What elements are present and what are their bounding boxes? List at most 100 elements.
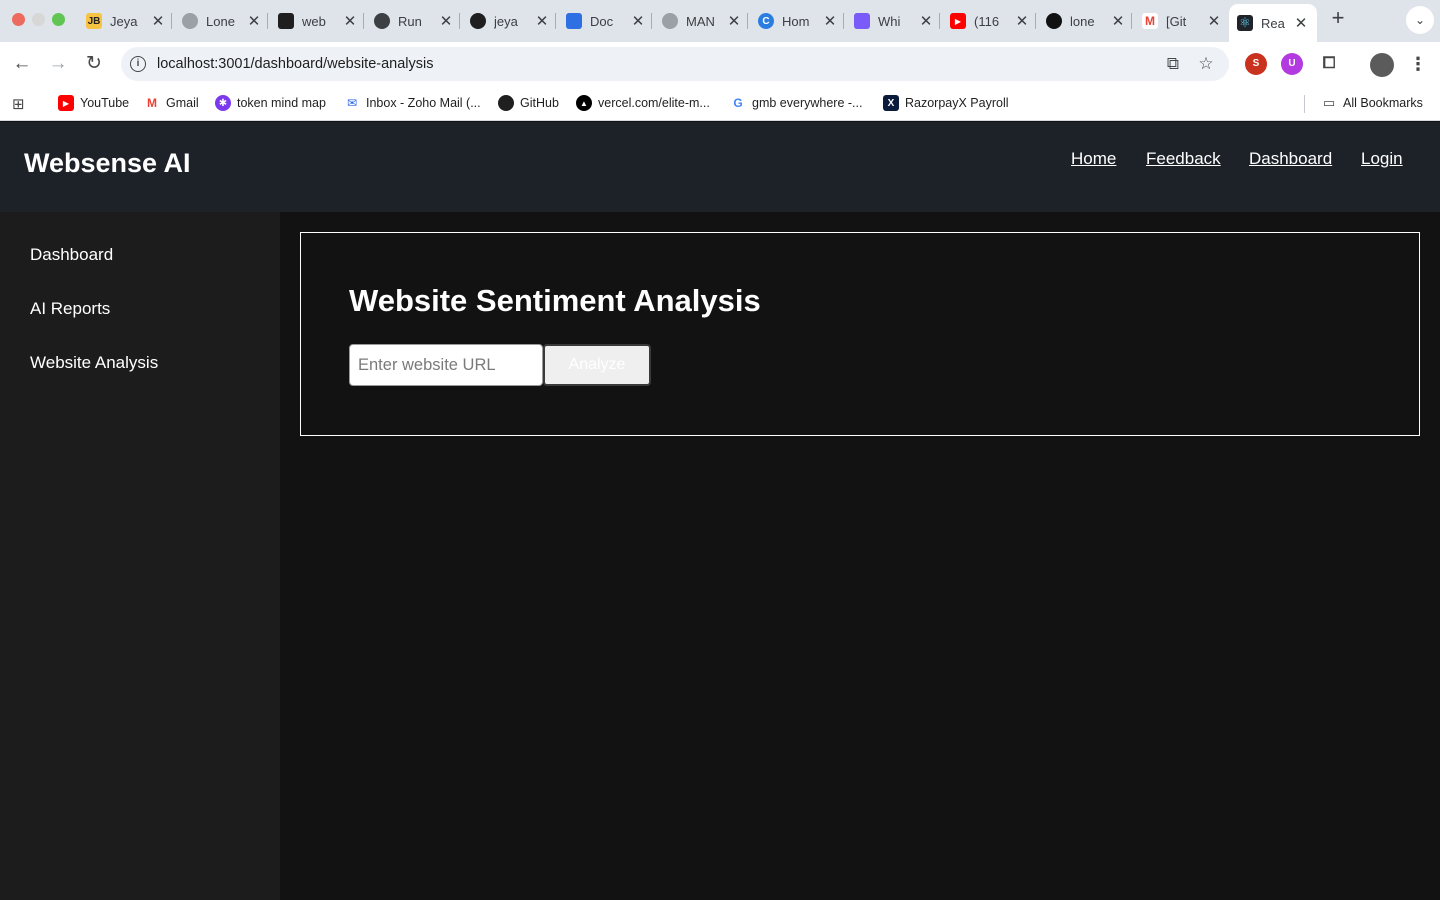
sidebar-item-dashboard[interactable]: Dashboard (30, 245, 113, 265)
zoho-mail-icon: ✉ (344, 95, 360, 111)
browser-tab[interactable]: jeya ✕ (462, 6, 558, 36)
analyze-button[interactable]: Analyze (543, 344, 651, 386)
browser-tab[interactable]: Whi ✕ (846, 6, 942, 36)
bookmarks-separator (1304, 95, 1305, 113)
nav-login-link[interactable]: Login (1361, 149, 1403, 169)
tab-separator (651, 13, 652, 29)
close-window-button[interactable] (12, 13, 25, 26)
tab-close-icon[interactable]: ✕ (630, 12, 646, 30)
browser-tab[interactable]: lone ✕ (1038, 6, 1134, 36)
analysis-card: Website Sentiment Analysis Analyze (300, 232, 1420, 436)
nav-feedback-link[interactable]: Feedback (1146, 149, 1221, 169)
reload-icon[interactable]: ↻ (82, 52, 106, 76)
tab-close-icon[interactable]: ✕ (1293, 14, 1309, 32)
tab-favicon-icon (182, 13, 198, 29)
sidebar-item-ai-reports[interactable]: AI Reports (30, 299, 110, 319)
bookmark-label: GitHub (520, 96, 559, 110)
tab-close-icon[interactable]: ✕ (534, 12, 550, 30)
ublock-extension-icon[interactable]: U (1281, 53, 1303, 75)
tab-close-icon[interactable]: ✕ (342, 12, 358, 30)
tab-separator (843, 13, 844, 29)
bookmark-label: gmb everywhere -... (752, 96, 863, 110)
browser-menu-kebab-icon[interactable]: ⋮ (1407, 53, 1429, 75)
browser-tab[interactable]: M [Git ✕ (1134, 6, 1230, 36)
tab-title: lone (1070, 13, 1095, 29)
tab-title: Rea (1261, 15, 1285, 31)
tab-separator (267, 13, 268, 29)
browser-tab[interactable]: MAN ✕ (654, 6, 750, 36)
tab-title: Whi (878, 13, 901, 29)
bookmark-zoho-mail[interactable]: ✉ Inbox - Zoho Mail (... (344, 95, 481, 111)
tab-close-icon[interactable]: ✕ (438, 12, 454, 30)
bookmark-razorpayx[interactable]: X RazorpayX Payroll (883, 95, 1009, 111)
bookmark-gmail[interactable]: M Gmail (144, 95, 199, 111)
tab-title: jeya (494, 13, 518, 29)
tab-close-icon[interactable]: ✕ (246, 12, 262, 30)
browser-tab[interactable]: Doc ✕ (558, 6, 654, 36)
bookmark-star-icon[interactable]: ☆ (1196, 54, 1216, 74)
forward-arrow-icon[interactable]: → (46, 52, 70, 76)
tab-separator (171, 13, 172, 29)
tab-favicon-icon: ▶ (950, 13, 966, 29)
bookmark-github[interactable]: GitHub (498, 95, 559, 111)
tab-favicon-icon (566, 13, 582, 29)
brand-logo[interactable]: Websense AI (24, 148, 191, 179)
page-title: Website Sentiment Analysis (349, 283, 761, 318)
tab-separator (939, 13, 940, 29)
tab-title: web (302, 13, 326, 29)
all-bookmarks-button[interactable]: ▭ All Bookmarks (1321, 95, 1423, 111)
tab-close-icon[interactable]: ✕ (1206, 12, 1222, 30)
browser-tab[interactable]: Lone ✕ (174, 6, 270, 36)
browser-tab[interactable]: web ✕ (270, 6, 366, 36)
install-app-icon[interactable]: ⧉ (1163, 54, 1183, 74)
razorpay-icon: X (883, 95, 899, 111)
browser-tab[interactable]: C Hom ✕ (750, 6, 846, 36)
tab-separator (555, 13, 556, 29)
tab-title: Run (398, 13, 422, 29)
bookmark-youtube[interactable]: ▶ YouTube (58, 95, 129, 111)
nav-dashboard-link[interactable]: Dashboard (1249, 149, 1332, 169)
new-tab-button[interactable]: + (1327, 7, 1349, 30)
sidebar: Dashboard AI Reports Website Analysis (0, 212, 280, 900)
sidebar-item-website-analysis[interactable]: Website Analysis (30, 353, 158, 373)
browser-tab-active[interactable]: ⚛ Rea ✕ (1229, 4, 1317, 42)
tab-title: Jeya (110, 13, 138, 29)
extensions-puzzle-icon[interactable]: ⧠ (1318, 53, 1340, 75)
tab-favicon-icon: ⚛ (1237, 15, 1253, 31)
browser-tab[interactable]: ▶ (116 ✕ (942, 6, 1038, 36)
browser-toolbar: ← → ↻ i localhost:3001/dashboard/website… (0, 42, 1440, 86)
tab-close-icon[interactable]: ✕ (918, 12, 934, 30)
bookmark-vercel[interactable]: ▲ vercel.com/elite-m... (576, 95, 710, 111)
maximize-window-button[interactable] (52, 13, 65, 26)
tab-favicon-icon (470, 13, 486, 29)
bookmark-token-mind-map[interactable]: ✱ token mind map (215, 95, 326, 111)
bookmark-label: YouTube (80, 96, 130, 110)
tab-close-icon[interactable]: ✕ (1014, 12, 1030, 30)
github-icon (498, 95, 514, 111)
bookmark-gmb-everywhere[interactable]: G gmb everywhere -... (730, 95, 862, 111)
tab-separator (459, 13, 460, 29)
tab-close-icon[interactable]: ✕ (150, 12, 166, 30)
tab-title: Lone (206, 13, 235, 29)
minimize-window-button[interactable] (32, 13, 45, 26)
apps-grid-icon[interactable]: ⊞ (12, 95, 25, 113)
browser-tab[interactable]: JB Jeya ✕ (78, 6, 174, 36)
bookmark-label: token mind map (237, 96, 326, 110)
tab-search-button[interactable]: ⌄ (1406, 6, 1434, 34)
address-bar-url[interactable]: localhost:3001/dashboard/website-analysi… (157, 56, 433, 72)
bookmarks-bar: ⊞ ▶ YouTube M Gmail ✱ token mind map ✉ I… (0, 86, 1440, 121)
tab-separator (747, 13, 748, 29)
site-info-icon[interactable]: i (130, 56, 146, 72)
seo-extension-icon[interactable]: S (1245, 53, 1267, 75)
tab-close-icon[interactable]: ✕ (1110, 12, 1126, 30)
tab-close-icon[interactable]: ✕ (726, 12, 742, 30)
tab-close-icon[interactable]: ✕ (822, 12, 838, 30)
profile-avatar[interactable] (1370, 53, 1394, 77)
folder-icon: ▭ (1321, 95, 1337, 111)
website-url-input[interactable] (349, 344, 543, 386)
browser-tab[interactable]: Run ✕ (366, 6, 462, 36)
back-arrow-icon[interactable]: ← (10, 52, 34, 76)
nav-home-link[interactable]: Home (1071, 149, 1116, 169)
all-bookmarks-label: All Bookmarks (1343, 96, 1423, 110)
address-bar[interactable]: i localhost:3001/dashboard/website-analy… (121, 47, 1229, 81)
